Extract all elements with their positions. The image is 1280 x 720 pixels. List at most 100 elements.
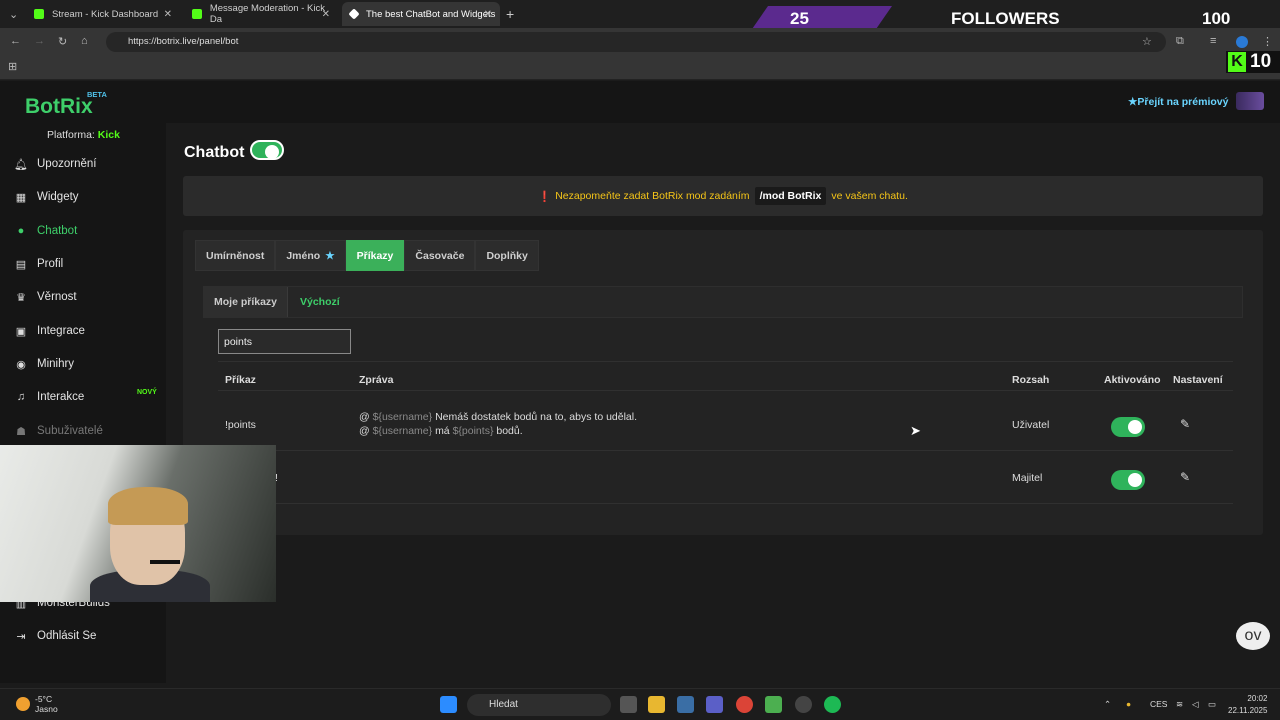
edit-pencil-icon[interactable]: ✎ (1180, 417, 1190, 431)
tray-chevron-icon[interactable]: ⌃ (1104, 699, 1111, 710)
warning-icon: ❗ (538, 190, 552, 203)
tab-label: Umírněnost (206, 249, 265, 262)
tab-list-icon[interactable]: ⌄ (9, 8, 18, 21)
wifi-icon[interactable]: ≋ (1176, 699, 1183, 710)
sidebar-item-integrace[interactable]: ▣ Integrace (14, 320, 162, 342)
sidebar-item-label: Chatbot (37, 225, 78, 237)
system-clock[interactable]: 20:02 22.11.2025 (1228, 693, 1267, 717)
back-icon[interactable]: ← (10, 35, 21, 47)
reload-icon[interactable]: ↻ (58, 35, 67, 48)
sidebar-item-vernost[interactable]: ♛ Věrnost (14, 286, 162, 308)
app-header: BotRix BETA ★Přejít na prémiový (0, 81, 1280, 123)
chrome-icon[interactable] (736, 696, 753, 713)
mic-tray-icon[interactable]: ● (1126, 699, 1131, 709)
browser-tab-kick-dashboard[interactable]: Stream - Kick Dashboard ✕ (26, 2, 180, 26)
browser-tab-botrix[interactable]: The best ChatBot and Widgets ✕ (342, 2, 500, 26)
mod-notice-banner: ❗ Nezapomeňte zadat BotRix mod zadáním /… (183, 176, 1263, 216)
new-tab-icon[interactable]: + (506, 6, 514, 22)
message-text: Nemáš dostatek bodů na to, abys to uděla… (435, 411, 638, 423)
commands-subtabs: Moje příkazy Výchozí (203, 286, 1243, 318)
command-enable-toggle[interactable] (1111, 470, 1145, 490)
url-input[interactable]: https://botrix.live/panel/bot (106, 32, 1166, 52)
home-icon[interactable]: ⌂ (81, 35, 88, 47)
kick-logo-icon: K (1228, 52, 1246, 72)
extensions-icon[interactable]: ⧉ (1176, 35, 1184, 48)
puzzle-icon: ▣ (15, 325, 27, 338)
notice-command: /mod BotRix (754, 187, 827, 205)
sidebar-item-label: Minihry (37, 358, 75, 370)
command-search-input[interactable] (218, 329, 351, 354)
edit-pencil-icon[interactable]: ✎ (1180, 470, 1190, 484)
weather-temp: -5°C (35, 694, 53, 704)
windows-start-icon[interactable] (440, 696, 457, 713)
forward-icon[interactable]: → (34, 35, 45, 47)
media-icon[interactable]: ≡ (1210, 35, 1216, 47)
variable-username: ${username} (372, 425, 433, 437)
file-explorer-icon[interactable] (648, 696, 665, 713)
commands-panel: Umírněnost Jméno ★ Příkazy Časovače Doplň… (183, 230, 1263, 535)
kick-favicon-icon (192, 9, 202, 19)
notice-text: Nezapomeňte zadat BotRix mod zadáním (555, 190, 750, 202)
sidebar-item-subuzivatele[interactable]: ☗ Subuživatelé (14, 420, 162, 442)
sidebar-item-label: Interakce (37, 391, 85, 403)
command-name: !points (225, 419, 256, 431)
minecraft-icon[interactable] (765, 696, 782, 713)
subtab-default[interactable]: Výchozí (290, 287, 350, 317)
store-icon[interactable] (677, 696, 694, 713)
new-badge: NOVÝ (137, 389, 157, 396)
notice-text-end: ve vašem chatu. (831, 190, 908, 202)
kick-favicon-icon (34, 9, 44, 19)
variable-points: ${points} (452, 425, 494, 437)
weather-widget[interactable]: -5°C Jasno (16, 694, 58, 714)
tab-label: Příkazy (356, 249, 394, 262)
windows-taskbar: -5°C Jasno Hledat ⌃ ● CES ≋ ◁ ▭ 20:02 22… (0, 688, 1280, 720)
taskbar-search[interactable]: Hledat (467, 694, 611, 716)
obs-taskbar-icon[interactable] (795, 696, 812, 713)
gamepad-icon: ◉ (16, 358, 26, 371)
profile-avatar[interactable] (1236, 36, 1248, 48)
premium-banner-image[interactable] (1236, 92, 1264, 110)
command-enable-toggle[interactable] (1111, 417, 1145, 437)
tab-prikazy[interactable]: Příkazy (345, 240, 405, 271)
platform-indicator: Platforma: Kick (47, 129, 120, 141)
command-message-line: @ ${username} má ${points} bodů. (359, 425, 523, 437)
tab-jmeno[interactable]: Jméno ★ (275, 240, 346, 271)
table-divider (218, 390, 1233, 391)
column-header-command: Příkaz (225, 374, 256, 386)
tab-umirnenost[interactable]: Umírněnost (195, 240, 276, 271)
close-tab-icon[interactable]: ✕ (164, 9, 172, 20)
apps-grid-icon[interactable]: ⊞ (8, 60, 17, 73)
tab-doplnky[interactable]: Doplňky (475, 240, 539, 271)
users-icon: ☗ (16, 425, 26, 438)
bookmark-star-icon[interactable]: ☆ (1142, 35, 1152, 48)
browser-tab-message-moderation[interactable]: Message Moderation - Kick Da ✕ (184, 2, 338, 26)
language-indicator[interactable]: CES (1150, 699, 1167, 709)
premium-label: Přejít na prémiový (1137, 96, 1229, 108)
spotify-icon[interactable] (824, 696, 841, 713)
battery-icon[interactable]: ▭ (1208, 699, 1216, 710)
botrix-logo[interactable]: BotRix (25, 95, 93, 119)
mention-prefix: @ (359, 425, 370, 437)
sidebar-item-minihry[interactable]: ◉ Minihry (14, 353, 162, 375)
sidebar-item-odhlasit[interactable]: ⇥ Odhlásit Se (14, 625, 162, 647)
sidebar-item-profil[interactable]: ▤ Profil (14, 253, 162, 275)
volume-icon[interactable]: ◁ (1192, 699, 1199, 710)
sidebar-item-chatbot[interactable]: ● Chatbot (14, 220, 162, 242)
close-tab-icon[interactable]: ✕ (322, 9, 330, 20)
followers-label: FOLLOWERS (951, 9, 1060, 28)
chatbot-enable-toggle[interactable] (250, 140, 284, 160)
followers-current: 25 (790, 9, 809, 28)
tab-title: Message Moderation - Kick Da (209, 3, 325, 25)
sidebar-item-widgety[interactable]: ▦ Widgety (14, 186, 162, 208)
message-text: má (435, 425, 450, 437)
subtab-my-commands[interactable]: Moje příkazy (204, 287, 289, 317)
tab-casovace[interactable]: Časovače (404, 240, 476, 271)
menu-icon[interactable]: ⋮ (1262, 35, 1273, 48)
grid-icon: ▦ (15, 191, 27, 204)
platform-value: Kick (97, 129, 120, 141)
task-view-icon[interactable] (620, 696, 637, 713)
close-tab-icon[interactable]: ✕ (484, 9, 492, 20)
sidebar-item-upozorneni[interactable]: 🔔︎ Upozornění (14, 153, 162, 175)
premium-link[interactable]: ★Přejít na prémiový (1128, 96, 1228, 108)
teams-icon[interactable] (706, 696, 723, 713)
